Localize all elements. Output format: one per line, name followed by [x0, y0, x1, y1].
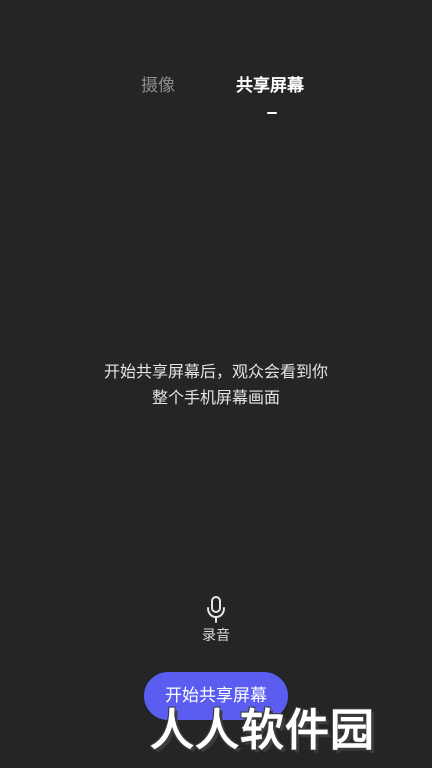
record-audio-toggle[interactable]: 录音 — [186, 596, 246, 648]
tab-share-screen[interactable]: 共享屏幕 — [236, 72, 304, 100]
microphone-icon — [207, 596, 225, 623]
record-audio-label: 录音 — [202, 628, 230, 644]
share-info-line-1: 开始共享屏幕后，观众会看到你 — [103, 362, 328, 381]
share-info-line-2: 整个手机屏幕画面 — [151, 388, 280, 407]
screen-share-screen: 摄像 共享屏幕 开始共享屏幕后，观众会看到你 整个手机屏幕画面 录音 开始共享屏… — [0, 0, 432, 768]
tab-camera[interactable]: 摄像 — [141, 72, 175, 100]
mode-tabs: 摄像 共享屏幕 — [0, 72, 432, 122]
share-info-message: 开始共享屏幕后，观众会看到你 整个手机屏幕画面 — [0, 359, 432, 411]
watermark-logo: 人人软件园 — [150, 705, 375, 756]
active-tab-indicator — [267, 112, 277, 114]
